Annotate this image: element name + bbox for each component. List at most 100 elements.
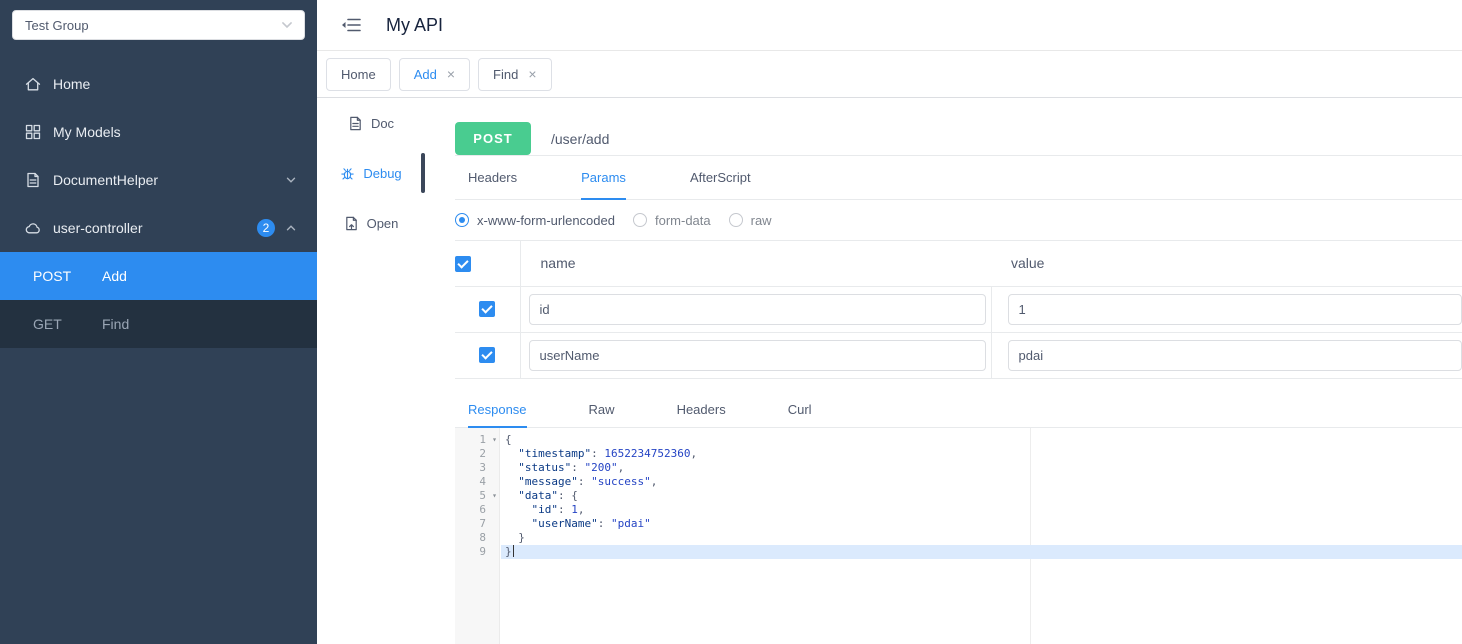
response-tab-response[interactable]: Response xyxy=(468,392,527,428)
param-check-cell xyxy=(455,286,521,333)
doc-tab-home[interactable]: Home xyxy=(326,57,391,91)
sidebar-item-label: Home xyxy=(53,76,91,92)
close-tab-icon[interactable]: × xyxy=(447,67,455,81)
select-all-checkbox[interactable] xyxy=(455,255,471,272)
radio-icon xyxy=(632,213,647,227)
param-value-cell xyxy=(991,286,1462,333)
doc-tab-add[interactable]: Add × xyxy=(398,57,471,91)
row-checkbox[interactable] xyxy=(479,346,496,363)
param-row xyxy=(455,286,1462,333)
code-line: { xyxy=(505,432,512,446)
sidebar-item-label: DocumentHelper xyxy=(53,172,159,188)
line-number: 4 xyxy=(479,474,486,488)
mode-tab-label: Doc xyxy=(370,115,395,131)
mode-tab-doc[interactable]: Doc xyxy=(317,98,425,148)
code-line: "data": { xyxy=(518,488,578,502)
param-col-name: name xyxy=(520,241,991,287)
code-line: } xyxy=(501,544,1462,559)
request-tab-afterscript[interactable]: AfterScript xyxy=(690,156,751,199)
models-icon xyxy=(25,124,41,140)
request-tab-params[interactable]: Params xyxy=(581,156,626,200)
line-number: 9 xyxy=(479,544,486,558)
doc-tab-label: Find xyxy=(493,66,519,82)
fold-icon[interactable]: ▾ xyxy=(492,489,497,503)
body-type-label: x-www-form-urlencoded xyxy=(477,212,615,228)
chevron-down-icon xyxy=(285,174,297,186)
response-tab-curl[interactable]: Curl xyxy=(788,392,812,427)
sidebar-item-documenthelper[interactable]: DocumentHelper xyxy=(0,156,317,204)
sidebar-item-user-controller[interactable]: user-controller 2 xyxy=(0,204,317,252)
response-editor[interactable]: 1 ▾ 2 3 4 5 ▾ 6 7 8 9 { "timestamp": 16522… xyxy=(455,427,1462,644)
radio-icon xyxy=(455,213,469,227)
group-select[interactable]: Test Group xyxy=(12,10,305,40)
line-number: 1 ▾ xyxy=(479,432,497,447)
doc-tab-label: Home xyxy=(341,66,376,82)
code-line: "message": "success", xyxy=(518,474,658,488)
sidebar-item-label: My Models xyxy=(53,124,121,140)
sidebar-subitem-add[interactable]: POST Add xyxy=(0,252,317,300)
param-name-cell xyxy=(520,286,992,333)
close-tab-icon[interactable]: × xyxy=(528,67,536,81)
response-tab-raw[interactable]: Raw xyxy=(589,392,615,427)
document-icon xyxy=(25,172,41,188)
main-area: My API Home Add × Find × Doc Debug Open … xyxy=(317,0,1462,644)
document-tabbar: Home Add × Find × xyxy=(317,51,1462,98)
mode-tab-debug[interactable]: Debug xyxy=(317,148,425,198)
app-root: Test Group Home My Models DocumentHelper… xyxy=(0,0,1462,644)
editor-code: { "timestamp": 1652234752360, "status": … xyxy=(501,428,1462,559)
text-cursor xyxy=(512,544,514,557)
group-select-value: Test Group xyxy=(25,17,89,33)
param-name-input[interactable] xyxy=(528,339,986,371)
param-row xyxy=(455,332,1462,379)
sidebar-subitem-find[interactable]: GET Find xyxy=(0,300,317,348)
mode-tab-open[interactable]: Open xyxy=(317,198,425,248)
param-value-cell xyxy=(991,332,1462,379)
endpoint-row: POST xyxy=(455,122,1462,156)
param-name-cell xyxy=(520,332,992,379)
param-name-input[interactable] xyxy=(528,293,986,325)
param-col-value: value xyxy=(991,241,1462,287)
method-label: GET xyxy=(33,316,62,332)
body-type-raw[interactable]: raw xyxy=(728,212,772,228)
code-line: "id": 1, xyxy=(531,502,585,516)
open-icon xyxy=(344,216,359,231)
request-tabbar: Headers Params AfterScript xyxy=(455,156,1462,200)
row-checkbox[interactable] xyxy=(479,300,496,317)
sidebar: Test Group Home My Models DocumentHelper… xyxy=(0,0,317,644)
body-type-label: form-data xyxy=(654,212,711,228)
chevron-down-icon xyxy=(280,18,294,32)
editor-gutter: 1 ▾ 2 3 4 5 ▾ 6 7 8 9 xyxy=(455,427,500,644)
body-type-form-data[interactable]: form-data xyxy=(632,212,711,228)
body-type-x-www-form-urlencoded[interactable]: x-www-form-urlencoded xyxy=(455,213,615,228)
body-type-options: x-www-form-urlencoded form-data raw xyxy=(455,200,1462,241)
code-line: } xyxy=(505,530,525,544)
menu-fold-icon[interactable] xyxy=(341,17,361,33)
params-header-check xyxy=(455,241,521,287)
page-title: My API xyxy=(386,14,444,35)
body-type-label: raw xyxy=(750,212,772,228)
params-header-row: name value xyxy=(455,241,1462,287)
sidebar-item-home[interactable]: Home xyxy=(0,60,317,108)
request-panel: POST Headers Params AfterScript x-www-fo… xyxy=(455,98,1462,644)
doc-tab-find[interactable]: Find × xyxy=(478,57,552,91)
request-tab-headers[interactable]: Headers xyxy=(468,156,517,199)
response-tab-headers[interactable]: Headers xyxy=(677,392,726,427)
line-number: 8 xyxy=(479,530,486,544)
sidebar-menu: Home My Models DocumentHelper user-contr… xyxy=(0,60,317,252)
param-check-cell xyxy=(455,332,521,379)
response-tabbar: Response Raw Headers Curl xyxy=(455,392,1462,428)
sidebar-subitem-label: Add xyxy=(102,268,127,284)
sidebar-item-my-models[interactable]: My Models xyxy=(0,108,317,156)
count-badge: 2 xyxy=(257,219,275,237)
param-value-input[interactable] xyxy=(1007,293,1462,325)
workspace: Doc Debug Open POST Headers Params After… xyxy=(317,98,1462,644)
fold-icon[interactable]: ▾ xyxy=(492,433,497,447)
sidebar-item-label: user-controller xyxy=(53,220,143,236)
line-number: 3 xyxy=(479,460,486,474)
topbar: My API xyxy=(317,0,1462,51)
line-number: 7 xyxy=(479,516,486,530)
param-value-input[interactable] xyxy=(1007,339,1462,371)
method-label: POST xyxy=(33,268,72,284)
url-input[interactable] xyxy=(531,122,1462,155)
mode-tab-label: Open xyxy=(366,215,399,231)
